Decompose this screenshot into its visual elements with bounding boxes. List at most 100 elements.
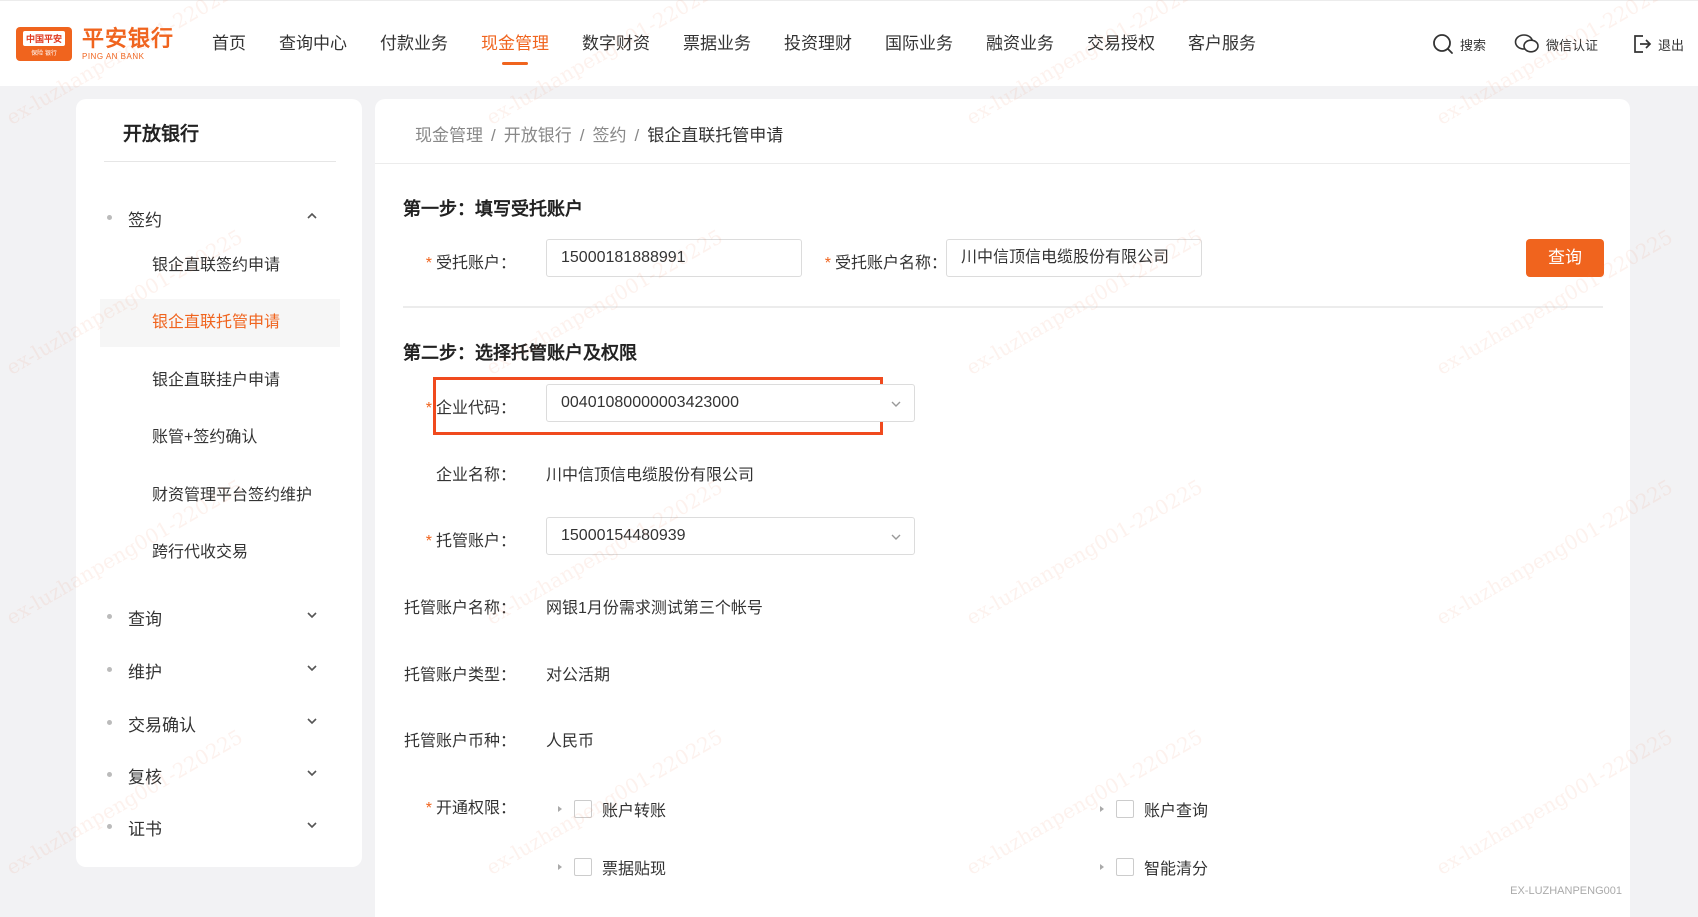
custody-name-value: 网银1月份需求测试第三个帐号 (546, 600, 763, 617)
enterprise-name-value: 川中信顶信电缆股份有限公司 (546, 467, 755, 484)
breadcrumb-item-open-banking[interactable]: 开放银行 (504, 126, 572, 145)
step2-title: 第二步：选择托管账户及权限 (403, 343, 637, 363)
sidebar-group-maintain[interactable]: 维护 (76, 649, 362, 689)
sidebar-item-treasury-maintain[interactable]: 财资管理平台签约维护 (100, 472, 340, 520)
trustee-account-label: * 受托账户： (426, 249, 516, 273)
sidebar-item-account-confirm[interactable]: 账管+签约确认 (100, 414, 340, 462)
sidebar-group-label: 查询 (128, 610, 162, 629)
nav-item-query-center[interactable]: 查询中心 (279, 1, 347, 87)
search-icon (1433, 34, 1453, 54)
bullet-dot (107, 720, 112, 725)
enterprise-code-select[interactable]: 00401080000003423000 (546, 384, 915, 422)
breadcrumb-separator: / (634, 126, 640, 145)
chevron-down-icon (891, 534, 901, 540)
nav-item-cash-management[interactable]: 现金管理 (481, 1, 549, 87)
trustee-name-label-text: 受托账户名称： (834, 255, 947, 272)
permissions-label-text: 开通权限： (435, 800, 516, 817)
logout-button[interactable]: 退出 (1632, 31, 1684, 57)
bullet-dot (107, 215, 112, 220)
breadcrumb-item-cash-management[interactable]: 现金管理 (415, 126, 483, 145)
sidebar-group-label: 维护 (128, 663, 162, 682)
logo-badge-bottom: 保险 银行 (31, 51, 57, 57)
permission-bill-discount[interactable]: 票据贴现 (558, 855, 666, 879)
sidebar: 开放银行 签约 银企直联签约申请 银企直联托管申请 银企直联挂户申请 账管+签约… (76, 99, 362, 867)
logo-badge: 中国平安 保险 银行 (16, 27, 72, 61)
breadcrumb-separator: / (579, 126, 585, 145)
brand-logo[interactable]: 中国平安 保险 银行 平安银行 PING AN BANK (16, 27, 174, 61)
sidebar-item-sign-apply[interactable]: 银企直联签约申请 (100, 242, 340, 290)
custody-currency-label: 托管账户币种： (403, 733, 516, 750)
trustee-account-input[interactable]: 15000181888991 (546, 239, 802, 277)
permission-account-query-label: 账户查询 (1144, 803, 1209, 820)
breadcrumb-item-sign[interactable]: 签约 (592, 126, 626, 145)
wechat-icon (1514, 34, 1539, 53)
main-nav: 首页 查询中心 付款业务 现金管理 数字财资 票据业务 投资理财 国际业务 融资… (212, 1, 1289, 87)
custody-account-select[interactable]: 15000154480939 (546, 517, 915, 555)
enterprise-code-value: 00401080000003423000 (561, 394, 739, 411)
sidebar-group-query[interactable]: 查询 (76, 596, 362, 636)
sidebar-item-interbank-collection[interactable]: 跨行代收交易 (100, 529, 340, 577)
nav-item-customer-service[interactable]: 客户服务 (1188, 1, 1256, 87)
sidebar-title: 开放银行 (123, 124, 200, 145)
permission-account-query[interactable]: 账户查询 (1100, 797, 1208, 821)
sidebar-group-confirm[interactable]: 交易确认 (76, 702, 362, 742)
nav-item-home[interactable]: 首页 (212, 1, 246, 87)
chevron-down-icon (891, 401, 901, 407)
permission-transfer[interactable]: 账户转账 (558, 797, 666, 821)
sidebar-item-custody-apply[interactable]: 银企直联托管申请 (100, 299, 340, 347)
trustee-name-input[interactable]: 川中信顶信电缆股份有限公司 (946, 239, 1202, 277)
sidebar-group-label: 复核 (128, 768, 162, 787)
header-divider (375, 163, 1630, 164)
sidebar-group-label: 签约 (128, 211, 162, 230)
chevron-up-icon (307, 212, 317, 219)
enterprise-code-label: * 企业代码： (426, 394, 516, 418)
nav-item-financing[interactable]: 融资业务 (986, 1, 1054, 87)
chevron-down-icon (307, 770, 317, 777)
sidebar-divider (104, 161, 336, 162)
wechat-auth-button[interactable]: 微信认证 (1514, 31, 1598, 57)
search-button[interactable]: 搜索 (1432, 31, 1486, 57)
nav-item-authorization[interactable]: 交易授权 (1087, 1, 1155, 87)
nav-item-international[interactable]: 国际业务 (885, 1, 953, 87)
permission-smart-clearing[interactable]: 智能清分 (1100, 855, 1208, 879)
custody-account-value: 15000154480939 (561, 527, 686, 544)
bullet-dot (107, 824, 112, 829)
breadcrumb-separator: / (491, 126, 496, 145)
logout-label: 退出 (1658, 37, 1685, 53)
permission-bill-discount-checkbox[interactable] (574, 858, 592, 876)
sidebar-group-review[interactable]: 复核 (76, 754, 362, 794)
required-mark: * (425, 800, 432, 817)
chevron-down-icon (307, 718, 317, 725)
nav-item-bills[interactable]: 票据业务 (683, 1, 751, 87)
permission-account-query-checkbox[interactable] (1116, 800, 1134, 818)
brand-name-en: PING AN BANK (82, 51, 145, 61)
permission-transfer-checkbox[interactable] (574, 800, 592, 818)
required-mark: * (824, 255, 831, 272)
search-label: 搜索 (1460, 37, 1487, 53)
nav-item-digital-treasury[interactable]: 数字财资 (582, 1, 650, 87)
sidebar-item-link-apply[interactable]: 银企直联挂户申请 (100, 357, 340, 405)
caret-right-icon (558, 806, 562, 812)
step-divider (403, 306, 1603, 308)
permission-bill-discount-label: 票据贴现 (602, 861, 667, 878)
required-mark: * (425, 533, 432, 550)
custody-currency-value: 人民币 (546, 733, 595, 750)
custody-account-label-text: 托管账户： (435, 533, 516, 550)
top-navigation-bar: 中国平安 保险 银行 平安银行 PING AN BANK 首页 查询中心 付款业… (0, 0, 1698, 86)
nav-item-payment[interactable]: 付款业务 (380, 1, 448, 87)
logo-text: 平安银行 PING AN BANK (82, 27, 174, 61)
permission-smart-clearing-checkbox[interactable] (1116, 858, 1134, 876)
query-button[interactable]: 查询 (1526, 239, 1604, 277)
footer-user-tag: EX-LUZHANPENG001 (1510, 885, 1622, 897)
nav-item-investment[interactable]: 投资理财 (784, 1, 852, 87)
caret-right-icon (1100, 806, 1104, 812)
required-mark: * (425, 255, 432, 272)
sidebar-group-cert[interactable]: 证书 (76, 806, 362, 846)
caret-right-icon (1100, 864, 1104, 870)
chevron-down-icon (307, 612, 317, 619)
sidebar-group-sign[interactable]: 签约 (76, 197, 362, 237)
bullet-dot (107, 667, 112, 672)
main-panel: 现金管理 / 开放银行 / 签约 / 银企直联托管申请 第一步：填写受托账户 * 受托账户： … (375, 99, 1630, 917)
bullet-dot (107, 614, 112, 619)
trustee-account-label-text: 受托账户： (435, 255, 516, 272)
